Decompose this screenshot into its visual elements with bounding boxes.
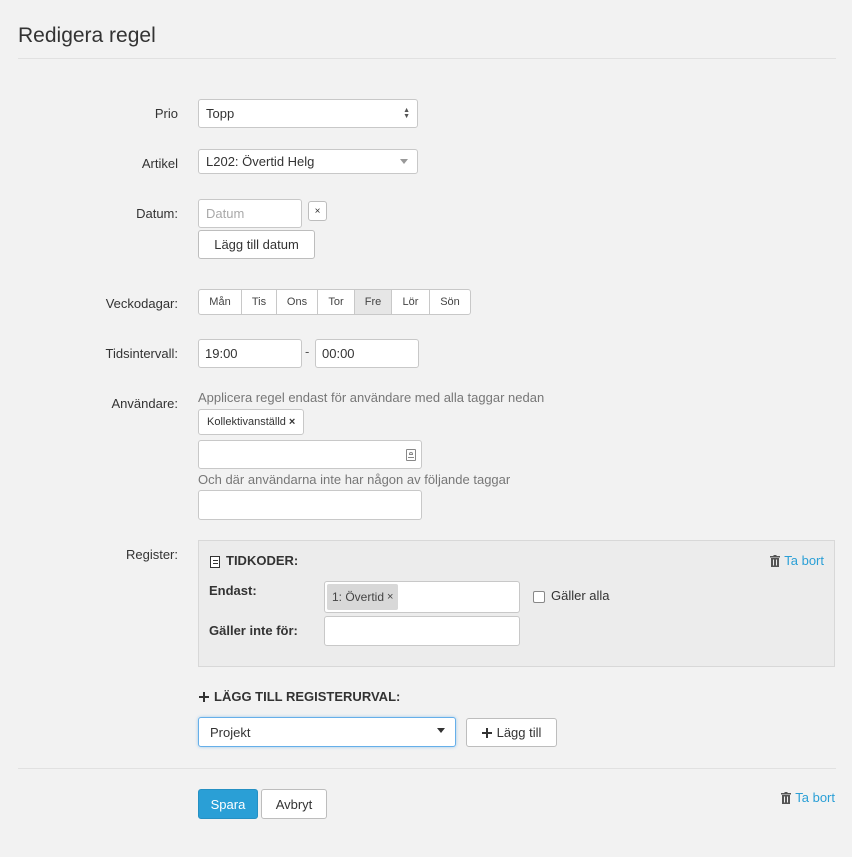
weekday-fri[interactable]: Fre (355, 290, 392, 314)
add-register-heading-label: LÄGG TILL REGISTERURVAL: (214, 689, 401, 704)
delete-rule-label: Ta bort (795, 790, 835, 805)
tag-chip-label: Kollektivanställd (207, 416, 286, 428)
trash-icon (781, 791, 792, 804)
artikel-select-value: L202: Övertid Helg (206, 154, 315, 169)
time-from-value: 19:00 (205, 346, 238, 361)
galler-alla-label: Gäller alla (551, 588, 610, 603)
time-to-input[interactable]: 00:00 (315, 339, 419, 368)
galler-inte-input[interactable] (324, 616, 520, 646)
cancel-button-label: Avbryt (275, 796, 313, 812)
weekday-label: Tor (328, 296, 344, 308)
footer-divider (18, 768, 836, 769)
chevron-down-icon (400, 159, 408, 164)
add-register-button[interactable]: Lägg till (466, 718, 557, 747)
add-date-button[interactable]: Lägg till datum (198, 230, 315, 259)
header-divider (18, 58, 836, 59)
endast-input[interactable]: 1: Övertid × (324, 581, 520, 613)
endast-chip: 1: Övertid × (327, 584, 399, 610)
save-button-label: Spara (210, 796, 246, 812)
chevron-down-icon (437, 728, 445, 733)
weekday-label: Lör (402, 296, 419, 308)
include-tags-input[interactable] (198, 440, 422, 469)
artikel-select[interactable]: L202: Övertid Helg (198, 149, 418, 174)
remove-tag-icon[interactable]: × (289, 416, 295, 428)
remove-chip-icon[interactable]: × (387, 591, 393, 603)
datum-placeholder: Datum (206, 206, 245, 221)
veckodagar-label: Veckodagar: (105, 296, 178, 311)
page-title: Redigera regel (18, 24, 156, 47)
contact-card-icon (406, 449, 416, 461)
galler-inte-label: Gäller inte för: (209, 623, 298, 638)
endast-label: Endast: (209, 583, 257, 598)
delete-rule-link[interactable]: Ta bort (781, 790, 835, 805)
datum-input[interactable]: Datum (198, 199, 302, 228)
save-button[interactable]: Spara (198, 789, 258, 819)
datum-label: Datum: (136, 206, 178, 221)
prio-select[interactable]: Topp ▲ ▼ (198, 99, 418, 128)
close-icon: × (314, 205, 321, 217)
add-register-heading: LÄGG TILL REGISTERURVAL: (199, 689, 400, 704)
time-to-value: 00:00 (322, 346, 355, 361)
weekday-label: Mån (209, 296, 231, 308)
weekday-mon[interactable]: Mån (199, 290, 242, 314)
time-from-input[interactable]: 19:00 (198, 339, 302, 368)
include-tags-hint: Applicera regel endast för användare med… (198, 390, 545, 405)
register-remove-label: Ta bort (784, 553, 824, 568)
anvandare-label: Användare: (111, 396, 179, 411)
select-arrows-icon: ▲ ▼ (403, 107, 410, 120)
prio-select-value: Topp (206, 106, 235, 121)
datum-clear-button[interactable]: × (308, 201, 327, 221)
weekday-wed[interactable]: Ons (277, 290, 318, 314)
add-date-button-label: Lägg till datum (214, 237, 299, 252)
register-section: TIDKODER: Ta bort Endast: 1: Övertid × G… (198, 540, 835, 667)
register-type-select[interactable]: Projekt (198, 717, 456, 747)
weekday-label: Tis (251, 296, 267, 308)
weekday-thu[interactable]: Tor (318, 290, 355, 314)
document-icon (210, 556, 220, 568)
trash-icon (770, 554, 781, 567)
exclude-tags-hint: Och där användarna inte har någon av föl… (198, 472, 511, 487)
weekday-label: Sön (440, 296, 460, 308)
tidsintervall-label: Tidsintervall: (105, 346, 178, 361)
endast-chip-label: 1: Övertid (332, 590, 385, 604)
register-remove-link[interactable]: Ta bort (770, 553, 824, 568)
plus-icon (481, 727, 492, 738)
weekday-selector: Mån Tis Ons Tor Fre Lör Sön (198, 289, 471, 315)
cancel-button[interactable]: Avbryt (261, 789, 327, 819)
prio-label: Prio (154, 106, 178, 121)
galler-alla-checkbox[interactable] (533, 591, 545, 603)
exclude-tags-input[interactable] (198, 490, 422, 520)
tag-chip: Kollektivanställd × (198, 409, 305, 435)
time-separator: - (305, 344, 310, 359)
weekday-sat[interactable]: Lör (392, 290, 430, 314)
register-type-value: Projekt (210, 724, 251, 740)
register-section-title: TIDKODER: (226, 553, 299, 568)
artikel-label: Artikel (141, 156, 178, 171)
weekday-tue[interactable]: Tis (242, 290, 277, 314)
add-register-button-label: Lägg till (496, 725, 542, 740)
weekday-label: Fre (364, 296, 382, 308)
weekday-sun[interactable]: Sön (430, 290, 470, 314)
register-label: Register: (125, 547, 178, 562)
plus-icon (199, 691, 209, 702)
weekday-label: Ons (286, 296, 308, 308)
